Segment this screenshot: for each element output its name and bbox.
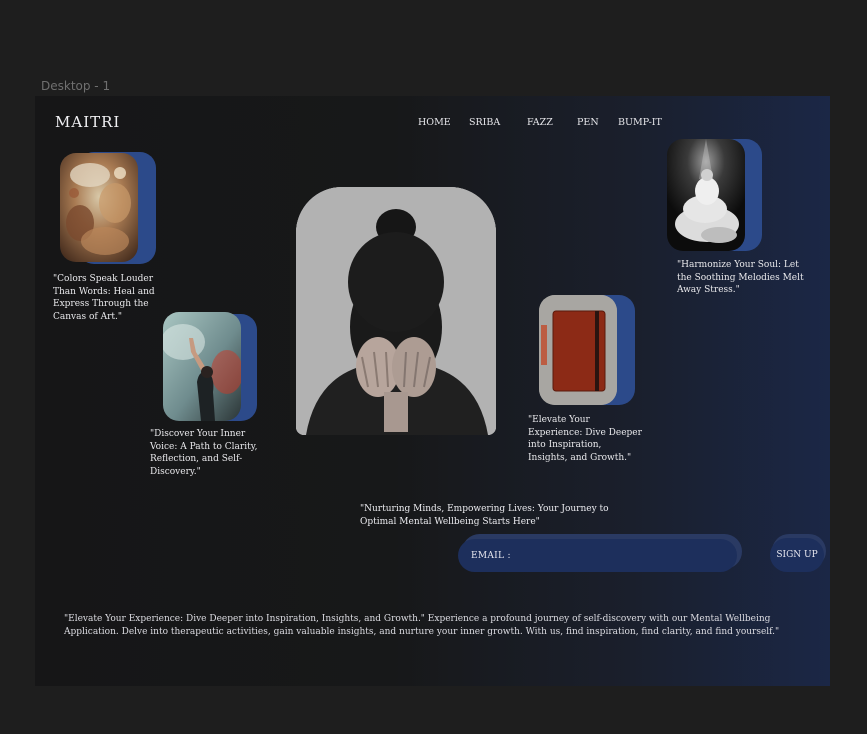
journal-caption: "Elevate Your Experience: Dive Deeper in… bbox=[528, 415, 642, 463]
voice-person-image bbox=[163, 312, 241, 421]
email-field[interactable]: EMAIL : bbox=[458, 539, 737, 572]
voice-card[interactable] bbox=[163, 312, 257, 422]
nav-item-pen[interactable]: PEN bbox=[577, 117, 599, 128]
desktop-frame: MAITRI HOME SRIBA FAZZ PEN BUMP-IT "Colo… bbox=[35, 96, 830, 686]
email-field-group: EMAIL : bbox=[458, 534, 742, 572]
frame-label: Desktop - 1 bbox=[41, 79, 111, 93]
nav-item-sriba[interactable]: SRIBA bbox=[469, 117, 500, 128]
email-input[interactable] bbox=[514, 550, 715, 561]
art-painting-image bbox=[60, 153, 138, 262]
music-card[interactable] bbox=[666, 139, 762, 251]
music-caption: "Harmonize Your Soul: Let the Soothing M… bbox=[677, 260, 804, 295]
nav-item-fazz[interactable]: FAZZ bbox=[527, 117, 553, 128]
signup-group: SIGN UP bbox=[770, 534, 826, 572]
music-dancer-image bbox=[667, 139, 745, 251]
journal-card[interactable] bbox=[539, 295, 635, 407]
hero-tagline: "Nurturing Minds, Empowering Lives: Your… bbox=[360, 504, 609, 527]
nav-item-home[interactable]: HOME bbox=[418, 117, 451, 128]
signup-button[interactable]: SIGN UP bbox=[770, 538, 824, 572]
email-label: EMAIL : bbox=[471, 550, 511, 561]
art-caption: "Colors Speak Louder Than Words: Heal an… bbox=[53, 274, 155, 322]
art-card[interactable] bbox=[58, 152, 156, 264]
voice-caption: "Discover Your Inner Voice: A Path to Cl… bbox=[150, 429, 258, 477]
hero-image bbox=[296, 187, 496, 435]
journal-notebook-image bbox=[539, 295, 617, 405]
top-nav: HOME SRIBA FAZZ PEN BUMP-IT bbox=[35, 117, 830, 131]
footer-description: "Elevate Your Experience: Dive Deeper in… bbox=[64, 614, 780, 637]
nav-item-bump-it[interactable]: BUMP-IT bbox=[618, 117, 662, 128]
